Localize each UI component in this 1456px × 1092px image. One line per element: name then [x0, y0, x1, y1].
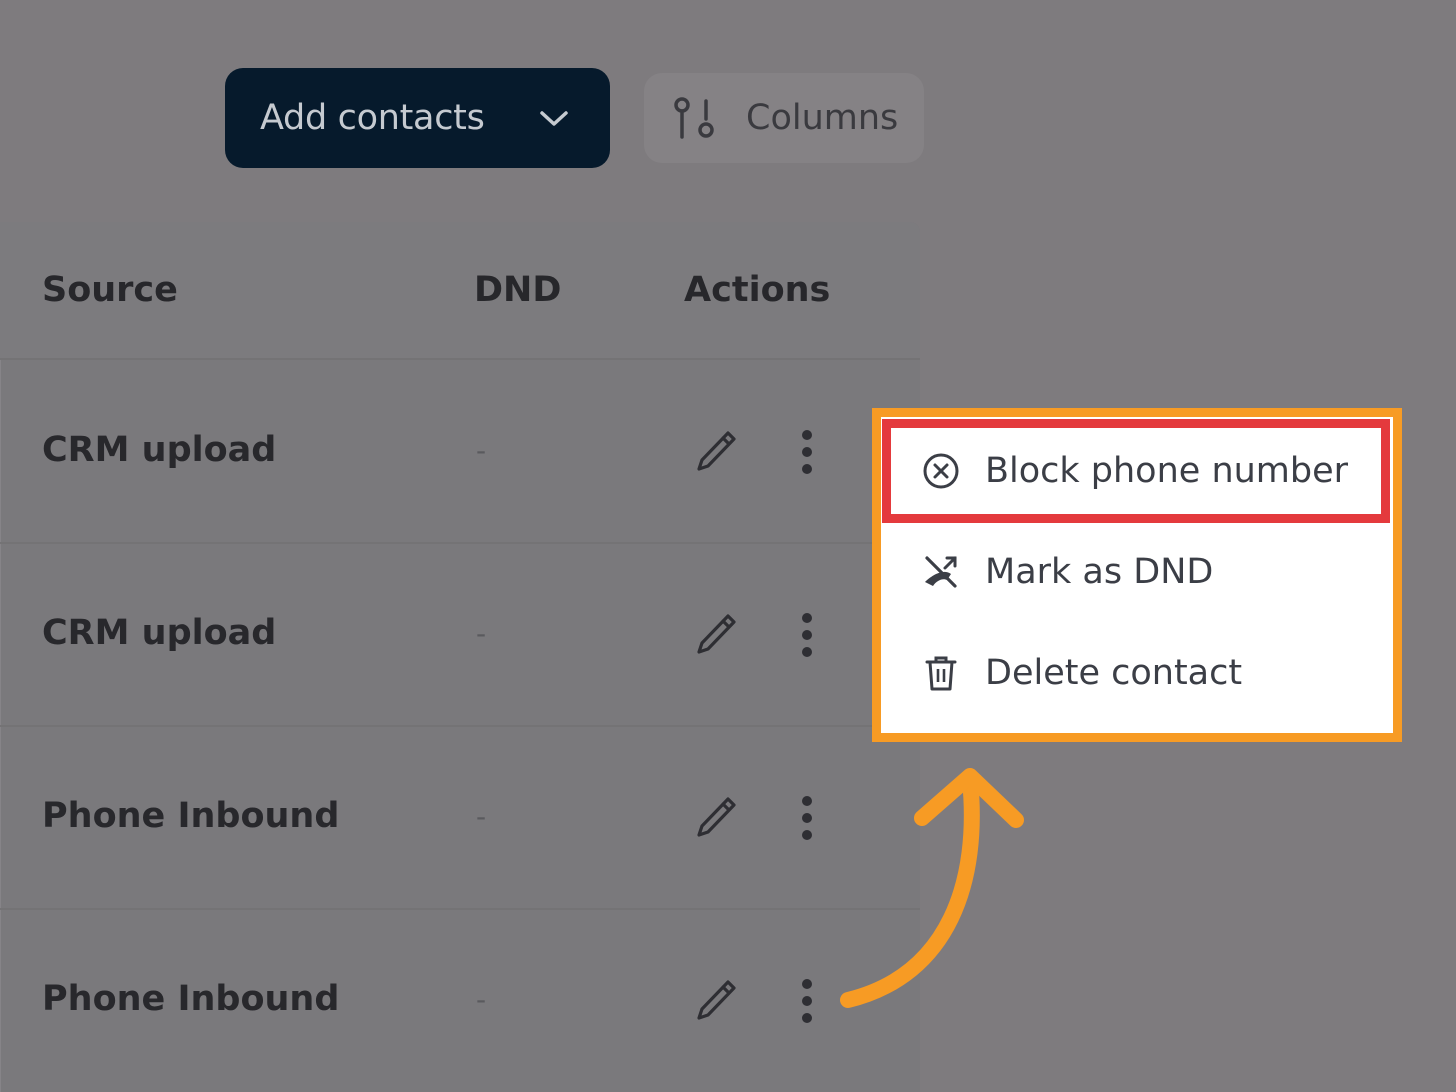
menu-item-delete-contact[interactable]: Delete contact: [881, 623, 1393, 723]
header-dnd[interactable]: DND: [474, 270, 561, 310]
dnd-cell: -: [476, 617, 487, 650]
chevron-down-icon[interactable]: [537, 104, 571, 132]
more-options-icon[interactable]: [796, 977, 818, 1025]
table-header: Source DND Actions: [0, 222, 920, 360]
source-cell: Phone Inbound: [42, 796, 340, 836]
more-options-icon[interactable]: [796, 428, 818, 476]
source-cell: Phone Inbound: [42, 979, 340, 1019]
source-cell: CRM upload: [42, 430, 277, 470]
more-options-icon[interactable]: [796, 794, 818, 842]
add-contacts-button[interactable]: Add contacts: [225, 68, 610, 168]
table-row[interactable]: Phone Inbound -: [0, 726, 920, 910]
header-source[interactable]: Source: [42, 270, 178, 310]
block-item-highlight: [882, 419, 1390, 523]
columns-label: Columns: [746, 98, 899, 138]
dnd-cell: -: [476, 800, 487, 833]
table-row[interactable]: Phone Inbound -: [0, 909, 920, 1091]
add-contacts-label: Add contacts: [260, 98, 485, 138]
pencil-icon[interactable]: [694, 611, 738, 657]
more-options-icon[interactable]: [796, 611, 818, 659]
pencil-icon[interactable]: [694, 428, 738, 474]
menu-item-label: Delete contact: [985, 653, 1243, 693]
dnd-cell: -: [476, 434, 487, 467]
pencil-icon[interactable]: [694, 794, 738, 840]
header-actions: Actions: [684, 270, 831, 310]
source-cell: CRM upload: [42, 613, 277, 653]
dnd-cell: -: [476, 983, 487, 1016]
pencil-icon[interactable]: [694, 977, 738, 1023]
menu-item-mark-as-dnd[interactable]: Mark as DND: [881, 522, 1393, 622]
columns-button[interactable]: Columns: [644, 73, 924, 163]
table-row[interactable]: CRM upload -: [0, 543, 920, 727]
table-row[interactable]: CRM upload -: [0, 360, 920, 544]
columns-settings-icon: [674, 97, 714, 139]
annotation-arrow-icon: [840, 768, 1024, 1008]
contacts-table: Source DND Actions CRM upload - CRM uplo…: [0, 222, 920, 1092]
phone-off-icon: [925, 556, 957, 588]
menu-item-label: Mark as DND: [985, 552, 1214, 592]
trash-icon: [925, 656, 957, 691]
